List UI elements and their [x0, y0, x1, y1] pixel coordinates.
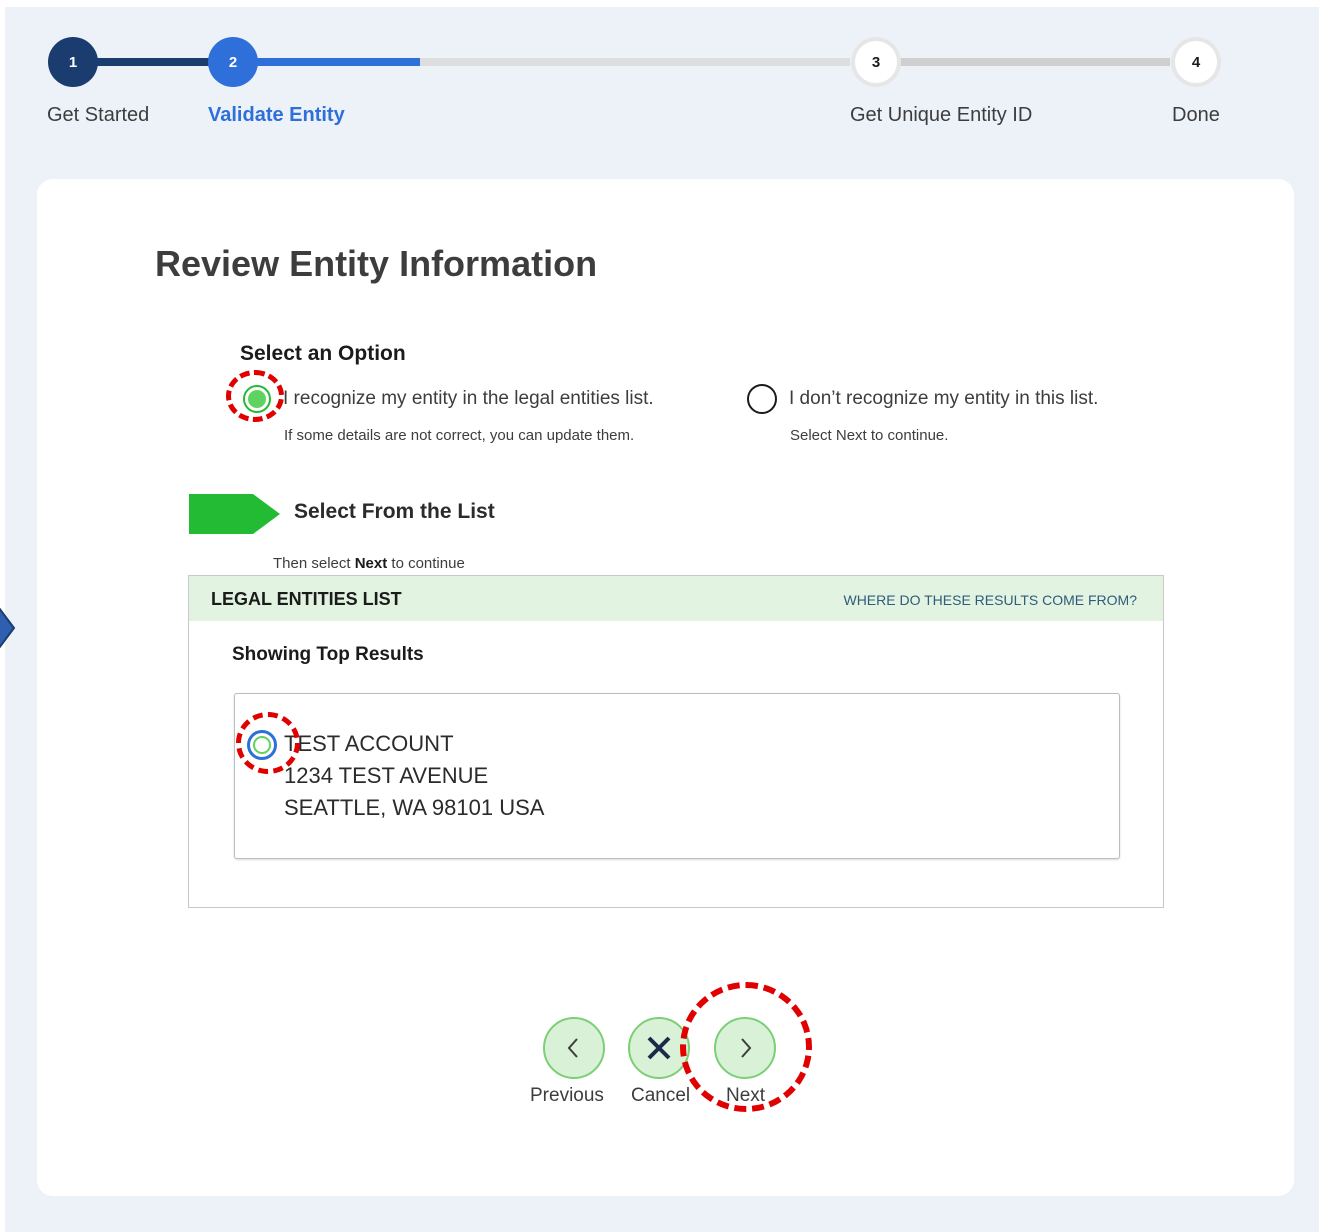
cancel-label: Cancel — [631, 1085, 691, 1106]
instruction-suffix: to continue — [387, 555, 465, 572]
results-panel-header: LEGAL ENTITIES LIST WHERE DO THESE RESUL… — [189, 576, 1163, 621]
entity-result-card[interactable]: TEST ACCOUNT 1234 TEST AVENUE SEATTLE, W… — [234, 693, 1120, 859]
step-2-circle: 2 — [208, 37, 258, 87]
step-3-label: Get Unique Entity ID — [850, 104, 1033, 126]
stepper-track-complete — [95, 58, 215, 66]
close-icon — [647, 1036, 671, 1060]
green-arrow-icon — [189, 494, 280, 534]
radio-entity-ring — [253, 736, 271, 754]
option-recognize-hint: If some details are not correct, you can… — [284, 427, 635, 444]
chevron-left-icon — [567, 1038, 578, 1058]
entity-name: TEST ACCOUNT — [284, 731, 454, 756]
step-4-label: Done — [1172, 104, 1220, 126]
step-4-circle: 4 — [1171, 37, 1221, 87]
radio-entity[interactable] — [247, 730, 277, 760]
select-list-heading: Select From the List — [294, 500, 495, 523]
option-recognize-label: I recognize my entity in the legal entit… — [283, 388, 654, 409]
previous-label: Previous — [530, 1085, 604, 1106]
entity-city: SEATTLE, WA 98101 USA — [284, 795, 545, 820]
results-panel-title: LEGAL ENTITIES LIST — [211, 589, 402, 609]
next-label: Next — [726, 1085, 766, 1106]
instruction-next: Next — [354, 555, 388, 572]
select-list-instruction: Then select Next to continue — [273, 555, 465, 572]
radio-not-recognize[interactable] — [747, 384, 777, 414]
previous-button[interactable] — [543, 1017, 605, 1079]
step-3-circle: 3 — [851, 37, 901, 87]
option-not-recognize-hint: Select Next to continue. — [790, 427, 949, 444]
radio-recognize[interactable] — [243, 385, 271, 413]
radio-recognize-dot — [248, 390, 266, 408]
instruction-prefix: Then select — [273, 555, 355, 572]
step-1-circle: 1 — [48, 37, 98, 87]
chevron-right-icon — [741, 1038, 752, 1058]
stepper-track-upcoming — [420, 58, 850, 66]
arrow-pointer-icon — [0, 607, 16, 649]
step-1-label: Get Started — [47, 104, 150, 126]
results-panel: LEGAL ENTITIES LIST WHERE DO THESE RESUL… — [188, 575, 1164, 908]
option-not-recognize-label: I don’t recognize my entity in this list… — [789, 388, 1099, 409]
options-heading: Select an Option — [240, 342, 406, 365]
step-2-label: Validate Entity — [208, 104, 345, 126]
page-title: Review Entity Information — [155, 243, 598, 284]
stepper-track-current — [255, 58, 420, 66]
results-source-link[interactable]: WHERE DO THESE RESULTS COME FROM? — [843, 592, 1137, 608]
stepper-track-upcoming-2 — [900, 58, 1170, 66]
cancel-button[interactable] — [628, 1017, 690, 1079]
entity-street: 1234 TEST AVENUE — [284, 763, 489, 788]
results-subheading: Showing Top Results — [232, 644, 424, 665]
next-button[interactable] — [714, 1017, 776, 1079]
